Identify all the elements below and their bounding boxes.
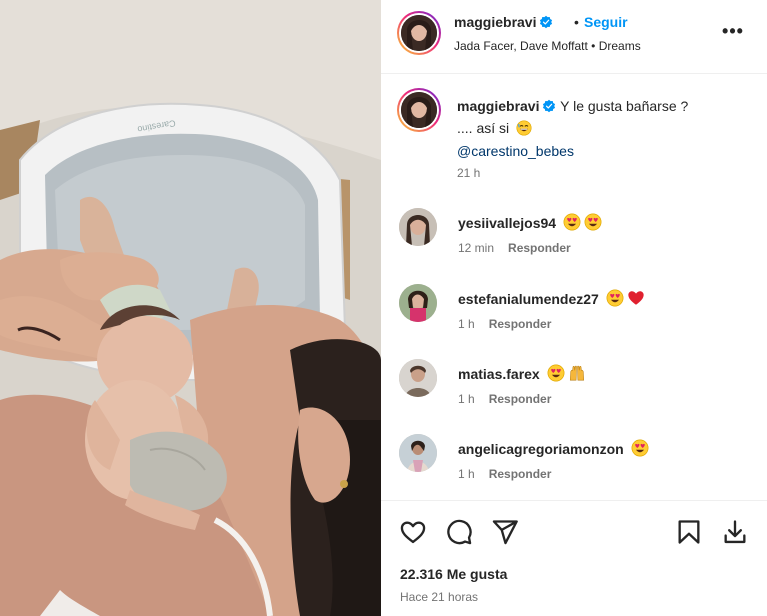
comment-body: matias.farex xyxy=(458,364,586,385)
download-icon[interactable] xyxy=(721,518,749,546)
comment-meta: 12 min Responder xyxy=(458,241,571,255)
more-options-icon[interactable]: ••• xyxy=(721,22,745,44)
reply-button[interactable]: Responder xyxy=(508,241,571,255)
reply-button[interactable]: Responder xyxy=(489,467,552,481)
red-heart-emoji-icon xyxy=(627,289,645,310)
heart-eyes-emoji-icon xyxy=(631,439,649,460)
comment-meta: 1 h Responder xyxy=(458,467,551,481)
caption-timestamp[interactable]: 21 h xyxy=(457,166,480,180)
comment-bubble-icon[interactable] xyxy=(445,518,473,546)
commenter-username[interactable]: yesiivallejos94 xyxy=(458,215,556,231)
author-avatar-image xyxy=(401,15,437,51)
commenter-avatar-image xyxy=(399,359,437,397)
like-count[interactable]: 22.316 Me gusta xyxy=(400,566,507,582)
post-header: maggiebravi • Seguir Jada Facer, Dave Mo… xyxy=(381,0,767,74)
heart-eyes-emoji-icon xyxy=(584,213,602,234)
like-heart-icon[interactable] xyxy=(399,518,427,546)
author-username-link[interactable]: maggiebravi xyxy=(454,14,553,34)
comment-meta: 1 h Responder xyxy=(458,392,551,406)
reply-button[interactable]: Responder xyxy=(489,392,552,406)
comment-item: estefanialumendez27 1 h Responder xyxy=(381,284,767,344)
post-photo[interactable]: Carestino xyxy=(0,0,381,616)
heart-eyes-emoji-icon xyxy=(606,289,624,310)
commenter-avatar[interactable] xyxy=(399,208,437,246)
commenter-avatar-image xyxy=(399,284,437,322)
audio-track-link[interactable]: Jada Facer, Dave Moffatt • Dreams xyxy=(454,39,641,53)
commenter-avatar-image xyxy=(399,208,437,246)
commenter-avatar[interactable] xyxy=(399,434,437,472)
share-send-icon[interactable] xyxy=(491,518,519,546)
comment-timestamp[interactable]: 12 min xyxy=(458,241,494,255)
comment-item: angelicagregoriamonzon 1 h Responder xyxy=(381,434,767,494)
comment-meta: 1 h Responder xyxy=(458,317,551,331)
follow-button[interactable]: Seguir xyxy=(584,14,628,30)
commenter-username[interactable]: matias.farex xyxy=(458,366,540,382)
caption-mention-link[interactable]: @carestino_bebes xyxy=(457,143,574,159)
commenter-avatar-image xyxy=(399,434,437,472)
comment-body: yesiivallejos94 xyxy=(458,213,602,234)
post-actions: 22.316 Me gusta Hace 21 horas xyxy=(381,500,767,616)
caption-username[interactable]: maggiebravi xyxy=(457,98,539,114)
grinning-sweat-emoji-icon xyxy=(516,120,532,141)
caption-text: maggiebravi Y le gusta bañarse ? .... as… xyxy=(457,96,747,161)
comment-timestamp[interactable]: 1 h xyxy=(458,467,475,481)
commenter-avatar[interactable] xyxy=(399,284,437,322)
comment-item: yesiivallejos94 12 min Responder xyxy=(381,208,767,268)
header-separator: • xyxy=(574,14,579,30)
author-avatar[interactable] xyxy=(397,11,441,55)
comment-body: angelicagregoriamonzon xyxy=(458,439,649,460)
author-username[interactable]: maggiebravi xyxy=(454,14,536,30)
caption-avatar[interactable] xyxy=(397,88,441,132)
comment-timestamp[interactable]: 1 h xyxy=(458,317,475,331)
caption-verified-badge-icon xyxy=(542,98,556,118)
commenter-username[interactable]: angelicagregoriamonzon xyxy=(458,441,624,457)
post-timestamp: Hace 21 horas xyxy=(400,590,479,604)
verified-badge-icon xyxy=(539,15,553,34)
post-sidebar: maggiebravi • Seguir Jada Facer, Dave Mo… xyxy=(381,0,767,616)
save-bookmark-icon[interactable] xyxy=(675,518,703,546)
reply-button[interactable]: Responder xyxy=(489,317,552,331)
caption-line-1: Y le gusta bañarse ? xyxy=(560,98,689,114)
raising-hands-emoji-icon xyxy=(568,364,586,385)
comment-timestamp[interactable]: 1 h xyxy=(458,392,475,406)
commenter-avatar[interactable] xyxy=(399,359,437,397)
commenter-username[interactable]: estefanialumendez27 xyxy=(458,291,599,307)
caption-line-2: .... así si xyxy=(457,120,510,136)
caption-avatar-image xyxy=(401,92,437,128)
comment-body: estefanialumendez27 xyxy=(458,289,645,310)
heart-eyes-emoji-icon xyxy=(547,364,565,385)
comment-item: matias.farex 1 h Responder xyxy=(381,359,767,419)
bath-photo-illustration: Carestino xyxy=(0,0,381,616)
heart-eyes-emoji-icon xyxy=(563,213,581,234)
